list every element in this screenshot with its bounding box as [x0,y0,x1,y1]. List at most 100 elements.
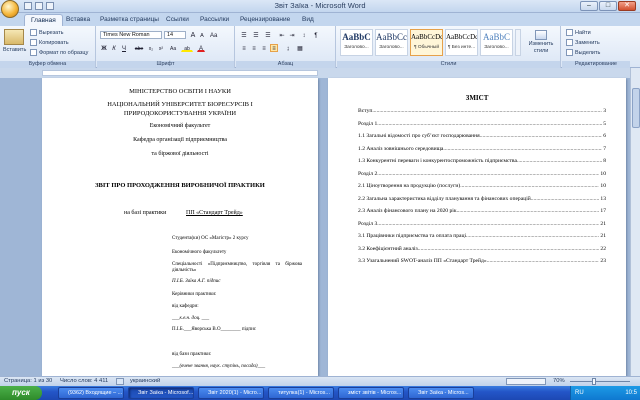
taskbar-item[interactable]: Звіт 2020(1) - Micro... [198,387,264,399]
language-tray[interactable]: RU [575,386,584,400]
close-button[interactable]: ✕ [618,1,636,11]
taskbar-item[interactable]: зміст звітів - Micros... [338,387,404,399]
minimize-button[interactable]: – [580,1,598,11]
style-name: Заголово... [484,45,509,50]
zoom-level[interactable]: 70% [553,378,565,384]
page-table-of-contents[interactable]: ЗМІСТ Вступ.............................… [328,78,626,376]
style-no-spacing[interactable]: AaBbCcDc ¶ Без инте... [445,29,478,56]
style-heading-3[interactable]: AaBbC Заголово... [480,29,513,56]
scroll-thumb[interactable] [632,88,640,128]
copy-button[interactable]: Копировать [30,39,69,46]
styles-scroll-icon[interactable] [515,29,521,56]
taskbar-item-active[interactable]: Звіт Заїка - Microsof... [128,387,194,399]
sort-icon[interactable]: ↕ [300,31,308,39]
change-styles-icon [535,30,547,40]
paste-icon[interactable] [4,29,24,45]
toc-heading: ЗМІСТ [465,94,489,102]
start-label: пуск [12,388,30,397]
numbering-icon[interactable]: ☰ [252,31,260,39]
tab-home[interactable]: Главная [24,14,63,26]
start-button[interactable]: пуск [0,386,42,400]
font-family-select[interactable]: Times New Roman [100,31,162,39]
tab-review[interactable]: Рецензирование [234,14,296,26]
multilevel-list-icon[interactable]: ☰ [264,31,272,39]
toc-entry[interactable]: 1.1 Загальні відомості про суб’єкт госпо… [358,133,606,139]
shrink-font-icon[interactable]: A [198,31,206,39]
tab-references[interactable]: Ссылки [160,14,195,26]
tab-page-layout[interactable]: Разметка страницы [94,14,165,26]
toc-entry[interactable]: Розділ 1................................… [358,120,606,127]
title-bar: Звіт Заїка - Microsoft Word – □ ✕ [0,0,640,13]
italic-button[interactable]: К [110,44,118,52]
replace-button[interactable]: Заменить [566,39,600,46]
style-heading-1[interactable]: AaBbC Заголово... [340,29,373,56]
toc-page-number: 10 [599,183,606,189]
toc-entry[interactable]: Розділ 3................................… [358,220,606,227]
highlight-icon[interactable]: ab [181,44,193,52]
zoom-slider-thumb[interactable] [592,378,596,385]
toc-entry-text: 3.3 Узагальнений SWOT-аналіз ПП «Стандар… [358,258,487,264]
toc-entry[interactable]: 2.1 Ціноутворення на продукцію (послуги)… [358,183,606,189]
font-size-select[interactable]: 14 [164,31,186,39]
page-title-sheet[interactable]: МІНІСТЕРСТВО ОСВІТИ І НАУКИ НАЦІОНАЛЬНИЙ… [42,78,318,376]
line-spacing-icon[interactable]: ↨ [284,44,292,52]
office-button[interactable] [1,0,19,18]
find-button[interactable]: Найти [566,29,591,36]
toc-entry[interactable]: 3.3 Узагальнений SWOT-аналіз ПП «Стандар… [358,258,606,264]
superscript-button[interactable]: x² [157,44,165,52]
change-case-button[interactable]: Aa [169,44,177,52]
paste-button[interactable]: Вставить [3,47,26,53]
show-marks-icon[interactable]: ¶ [312,31,320,39]
toc-page-number: 22 [599,245,606,252]
toc-entry[interactable]: 2.2 Загальна характеристика відділу план… [358,195,606,202]
undo-icon[interactable] [35,2,43,10]
underline-button[interactable]: Ч [120,44,128,52]
word-count[interactable]: Число слов: 4 411 [60,378,108,384]
system-tray: RU 10:5 [570,386,640,400]
justify-icon[interactable]: ≡ [270,44,278,52]
editing-group: Найти Заменить Выделить Редактирование [562,26,630,68]
redo-icon[interactable] [46,2,54,10]
select-button[interactable]: Выделить [566,49,600,56]
tab-mailings[interactable]: Рассылки [194,14,235,26]
view-buttons[interactable] [506,378,546,385]
toc-entry[interactable]: 1.3 Конкурентні переваги і конкурентоспр… [358,158,606,164]
toc-entry[interactable]: Розділ 2................................… [358,170,606,177]
decrease-indent-icon[interactable]: ⇤ [278,31,286,39]
subscript-button[interactable]: x₂ [147,44,155,52]
page-count[interactable]: Страница: 1 из 30 [4,378,52,384]
toc-entry[interactable]: 1.2 Аналіз зовнішнього середовища.......… [358,145,606,152]
taskbar-item[interactable]: Звіт Заїка - Micros... [408,387,474,399]
increase-indent-icon[interactable]: ⇥ [288,31,296,39]
bold-button[interactable]: Ж [100,44,108,52]
taskbar-item[interactable]: (9362) Входящие – ... [58,387,124,399]
language-indicator[interactable]: украинский [130,378,160,384]
cut-button[interactable]: Вырезать [30,29,63,36]
align-left-icon[interactable]: ≡ [240,44,248,52]
grow-font-icon[interactable]: A [189,31,197,39]
style-normal[interactable]: AaBbCcDc ¶ Обычный [410,29,443,56]
align-right-icon[interactable]: ≡ [260,44,268,52]
strikethrough-button[interactable]: abe [133,44,145,52]
clear-format-icon[interactable]: Aa [209,31,217,39]
vertical-scrollbar[interactable] [630,68,640,376]
taskbar-item[interactable]: титулка(1) - Micros... [268,387,334,399]
zoom-slider[interactable] [570,381,630,382]
bullets-icon[interactable]: ☰ [240,31,248,39]
change-styles-button[interactable]: Изменить стили [525,30,557,55]
toc-entry[interactable]: 3.2 Коефіцієнтний аналіз................… [358,245,606,252]
style-heading-2[interactable]: AaBbCcI Заголово... [375,29,408,56]
shading-icon[interactable]: ▦ [296,44,304,52]
toc-entry[interactable]: Вступ...................................… [358,108,606,114]
align-center-icon[interactable]: ≡ [250,44,258,52]
maximize-button[interactable]: □ [599,1,617,11]
format-painter-button[interactable]: Формат по образцу [30,49,88,56]
save-icon[interactable] [24,2,32,10]
toc-entry[interactable]: 3.1 Працівники підприємства та оплата пр… [358,233,606,239]
tab-view[interactable]: Вид [296,14,320,26]
toc-entry[interactable]: 2.3 Аналіз фінансового плану на 2020 рік… [358,208,606,214]
tab-insert[interactable]: Вставка [60,14,96,26]
horizontal-ruler[interactable] [42,70,318,76]
font-color-icon[interactable]: A [197,44,205,52]
spellcheck-icon[interactable] [116,378,124,385]
